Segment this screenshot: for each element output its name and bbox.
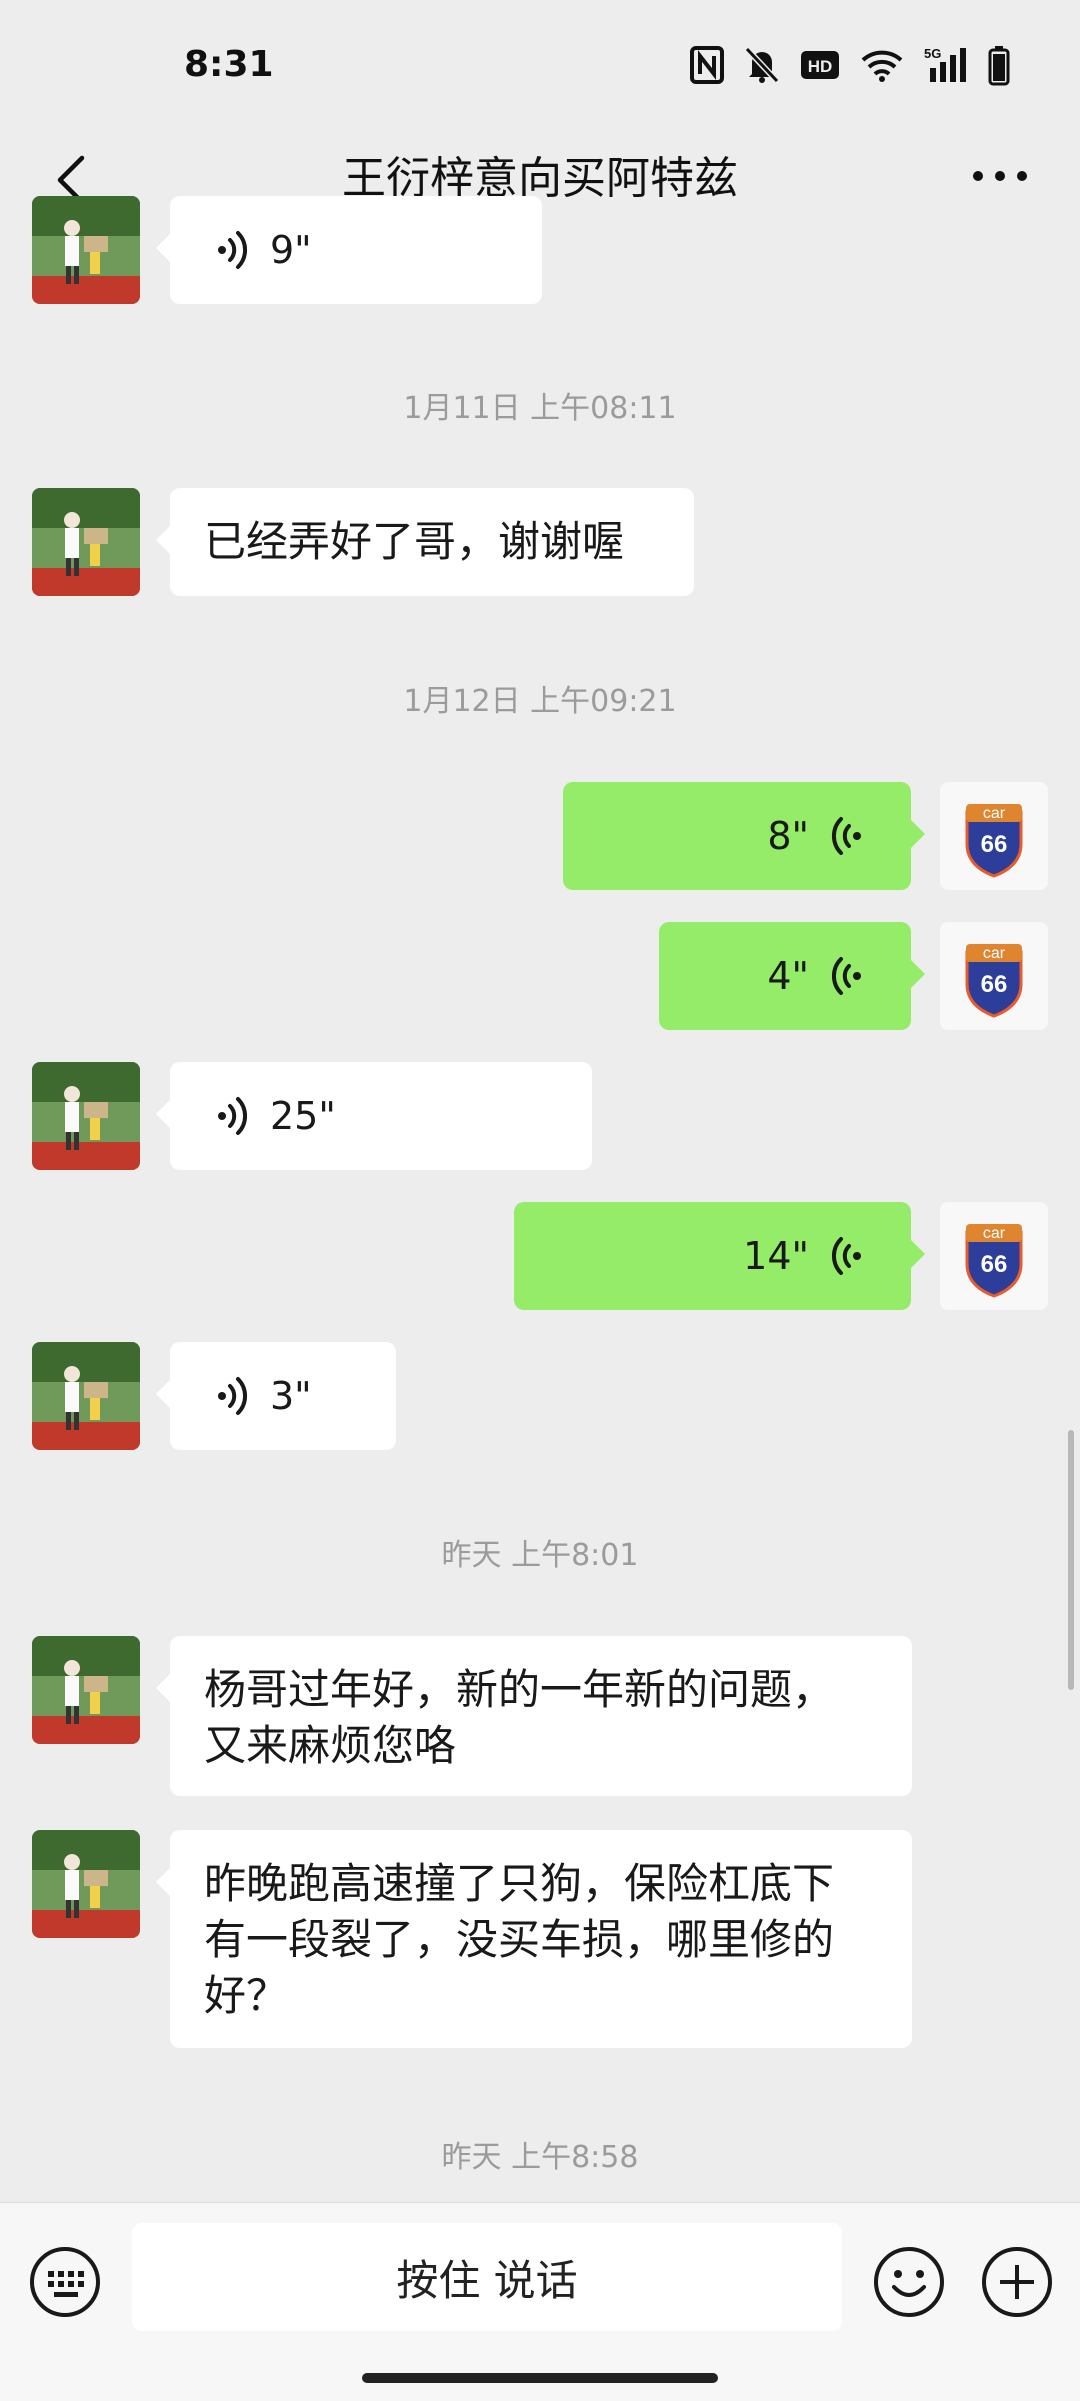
my-avatar[interactable]: car 66 <box>940 922 1048 1030</box>
hold-to-talk-button[interactable]: 按住 说话 <box>132 2223 842 2331</box>
car66-logo-number: 66 <box>981 971 1008 998</box>
voice-wave-icon <box>218 231 248 269</box>
contact-avatar-photo <box>32 1342 140 1450</box>
contact-avatar-photo <box>32 1062 140 1170</box>
timestamp: 1月11日 上午08:11 <box>403 391 677 426</box>
message-line: 好？ <box>204 1971 289 2020</box>
car66-logo-text: car <box>983 945 1006 962</box>
voice-wave-icon <box>218 1097 248 1135</box>
contact-avatar[interactable] <box>32 488 140 596</box>
battery-icon <box>988 46 1010 86</box>
contact-avatar-photo <box>32 1636 140 1744</box>
contact-avatar[interactable] <box>32 1830 140 1938</box>
voice-duration: 3" <box>270 1374 312 1418</box>
contact-avatar-photo <box>32 488 140 596</box>
keyboard-icon <box>30 2247 100 2317</box>
voice-wave-icon <box>831 957 861 995</box>
car66-logo: car 66 <box>965 1224 1023 1298</box>
voice-duration: 9" <box>270 228 312 272</box>
voice-wave-icon <box>831 817 861 855</box>
more-dots-icon <box>973 171 1027 181</box>
keyboard-toggle-button[interactable] <box>28 2245 102 2319</box>
car66-logo: car 66 <box>965 944 1023 1018</box>
svg-text:5G: 5G <box>924 46 941 61</box>
timestamp: 昨天 上午8:01 <box>441 1538 639 1573</box>
svg-text:HD: HD <box>808 57 833 76</box>
voice-message-incoming[interactable]: 9" <box>156 196 542 304</box>
contact-avatar-photo <box>32 1830 140 1938</box>
status-bar: 8:31 HD 5G <box>0 0 1080 140</box>
timestamp: 1月12日 上午09:21 <box>403 684 677 719</box>
emoji-icon <box>874 2247 944 2317</box>
message-line: 又来麻烦您咯 <box>204 1721 457 1770</box>
message-line: 杨哥过年好，新的一年新的问题， <box>204 1665 835 1714</box>
more-button[interactable] <box>960 146 1040 206</box>
car66-logo-text: car <box>983 805 1006 822</box>
voice-duration: 4" <box>767 954 809 998</box>
input-bar: 按住 说话 <box>0 2202 1080 2401</box>
voice-duration: 14" <box>743 1234 809 1278</box>
home-indicator[interactable] <box>362 2373 718 2383</box>
text-message-incoming[interactable]: 昨晚跑高速撞了只狗，保险杠底下 有一段裂了，没买车损，哪里修的 好？ <box>156 1830 912 2048</box>
car66-logo: car 66 <box>965 804 1023 878</box>
voice-duration: 8" <box>767 814 809 858</box>
voice-duration: 25" <box>270 1094 336 1138</box>
car66-logo-number: 66 <box>981 831 1008 858</box>
voice-message-outgoing[interactable]: 4" <box>659 922 925 1030</box>
my-avatar[interactable]: car 66 <box>940 782 1048 890</box>
voice-message-outgoing[interactable]: 8" <box>563 782 925 890</box>
timestamp: 昨天 上午8:58 <box>441 2140 639 2175</box>
hd-icon: HD <box>800 46 840 84</box>
voice-wave-icon <box>218 1377 248 1415</box>
message-line: 昨晚跑高速撞了只狗，保险杠底下 <box>204 1859 835 1908</box>
contact-avatar[interactable] <box>32 1342 140 1450</box>
status-icons: HD 5G <box>690 46 1010 86</box>
car66-logo-number: 66 <box>981 1251 1008 1278</box>
nfc-icon <box>690 46 724 84</box>
contact-avatar[interactable] <box>32 1062 140 1170</box>
status-time: 8:31 <box>184 44 274 85</box>
car66-logo-text: car <box>983 1225 1006 1242</box>
text-message-incoming[interactable]: 已经弄好了哥，谢谢喔 <box>156 488 694 596</box>
text-message-incoming[interactable]: 杨哥过年好，新的一年新的问题， 又来麻烦您咯 <box>156 1636 912 1796</box>
more-functions-button[interactable] <box>980 2245 1054 2319</box>
voice-message-outgoing[interactable]: 14" <box>514 1202 925 1310</box>
contact-avatar[interactable] <box>32 1636 140 1744</box>
mute-bell-icon <box>744 46 780 84</box>
voice-wave-icon <box>831 1237 861 1275</box>
contact-avatar[interactable] <box>32 196 140 304</box>
plus-icon <box>982 2247 1052 2317</box>
message-line: 有一段裂了，没买车损，哪里修的 <box>204 1915 835 1964</box>
scrollbar[interactable] <box>1068 1430 1074 1690</box>
wifi-icon <box>860 46 904 84</box>
contact-avatar-photo <box>32 196 140 304</box>
emoji-button[interactable] <box>872 2245 946 2319</box>
voice-message-incoming[interactable]: 3" <box>156 1342 396 1450</box>
my-avatar[interactable]: car 66 <box>940 1202 1048 1310</box>
signal-5g-icon: 5G <box>924 46 968 84</box>
message-text: 已经弄好了哥，谢谢喔 <box>204 517 625 566</box>
voice-message-incoming[interactable]: 25" <box>156 1062 592 1170</box>
